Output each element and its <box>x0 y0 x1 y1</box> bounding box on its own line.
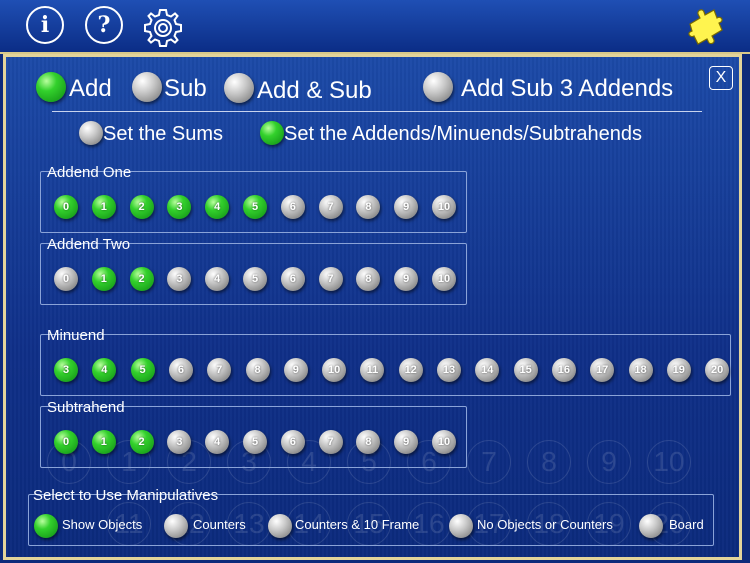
minuend-number-8[interactable]: 8 <box>245 358 270 382</box>
option-add-label[interactable]: Add <box>69 75 112 103</box>
addend-one-title: Addend One <box>47 164 132 181</box>
radio-no-objects[interactable] <box>449 514 473 538</box>
addend-two-number-7[interactable]: 7 <box>318 267 343 291</box>
subtrahend-number-10[interactable]: 10 <box>432 430 456 454</box>
manipulatives-title: Select to Use Manipulatives <box>33 487 219 504</box>
minuend-number-17[interactable]: 17 <box>590 358 615 382</box>
option-add-sub-3-addends-label[interactable]: Add Sub 3 Addends <box>461 75 673 103</box>
minuend-number-3[interactable]: 3 <box>54 358 78 382</box>
option-add-sub-label[interactable]: Add & Sub <box>257 77 372 105</box>
addend-one-number-7[interactable]: 7 <box>318 195 343 219</box>
radio-board[interactable] <box>639 514 663 538</box>
minuend-number-7[interactable]: 7 <box>207 358 232 382</box>
addend-two-number-1[interactable]: 1 <box>91 267 116 291</box>
addend-one-number-2[interactable]: 2 <box>129 195 154 219</box>
minuend-number-18[interactable]: 18 <box>628 358 653 382</box>
minuend-number-19[interactable]: 19 <box>666 358 691 382</box>
option-show-objects-label[interactable]: Show Objects <box>62 517 142 532</box>
radio-add[interactable] <box>36 72 66 102</box>
subtrahend-number-0[interactable]: 0 <box>54 430 78 454</box>
radio-sub[interactable] <box>132 72 162 102</box>
addend-two-number-4[interactable]: 4 <box>205 267 230 291</box>
help-icon: ? <box>97 12 111 38</box>
board-cell-7: 7 <box>467 440 511 484</box>
radio-set-addends[interactable] <box>260 121 284 145</box>
radio-counters-10-frame[interactable] <box>268 514 292 538</box>
minuend-title: Minuend <box>47 327 105 344</box>
subtrahend-number-5[interactable]: 5 <box>243 430 267 454</box>
subtrahend-number-7[interactable]: 7 <box>318 430 343 454</box>
addend-one-number-4[interactable]: 4 <box>205 195 230 219</box>
option-set-sums-label[interactable]: Set the Sums <box>103 123 223 146</box>
addend-two-number-2[interactable]: 2 <box>129 267 154 291</box>
addend-two-number-10[interactable]: 10 <box>432 267 456 291</box>
option-board-label[interactable]: Board <box>669 517 704 532</box>
subtrahend-number-2[interactable]: 2 <box>129 430 154 454</box>
option-counters-10-frame-label[interactable]: Counters & 10 Frame <box>295 517 419 532</box>
minuend-number-9[interactable]: 9 <box>283 358 308 382</box>
addend-one-number-10[interactable]: 10 <box>432 195 456 219</box>
addend-one-number-6[interactable]: 6 <box>280 195 305 219</box>
radio-counters[interactable] <box>164 514 188 538</box>
radio-add-sub-3-addends[interactable] <box>423 72 453 102</box>
subtrahend-number-9[interactable]: 9 <box>394 430 419 454</box>
subtrahend-title: Subtrahend <box>47 399 125 416</box>
top-toolbar: i ? <box>0 0 750 54</box>
close-icon: X <box>715 69 727 86</box>
option-counters-label[interactable]: Counters <box>193 517 246 532</box>
radio-set-sums[interactable] <box>79 121 103 145</box>
addend-one-number-5[interactable]: 5 <box>243 195 267 219</box>
minuend-number-20[interactable]: 20 <box>705 358 730 382</box>
addend-one-number-9[interactable]: 9 <box>394 195 419 219</box>
addend-two-number-0[interactable]: 0 <box>54 267 78 291</box>
board-cell-8: 8 <box>527 440 571 484</box>
minuend-number-6[interactable]: 6 <box>168 358 193 382</box>
minuend-number-13[interactable]: 13 <box>437 358 461 382</box>
option-set-addends-label[interactable]: Set the Addends/Minuends/Subtrahends <box>284 123 642 146</box>
board-cell-9: 9 <box>587 440 631 484</box>
minuend-number-15[interactable]: 15 <box>513 358 538 382</box>
close-button[interactable]: X <box>709 66 733 90</box>
addend-two-number-9[interactable]: 9 <box>394 267 419 291</box>
gear-icon[interactable] <box>141 6 185 50</box>
addend-one-number-0[interactable]: 0 <box>54 195 78 219</box>
minuend-number-5[interactable]: 5 <box>130 358 155 382</box>
addend-two-title: Addend Two <box>47 236 131 253</box>
option-no-objects-label[interactable]: No Objects or Counters <box>477 517 613 532</box>
subtrahend-number-1[interactable]: 1 <box>91 430 116 454</box>
board-cell-10: 10 <box>647 440 691 484</box>
addend-one-number-1[interactable]: 1 <box>91 195 116 219</box>
minuend-number-16[interactable]: 16 <box>551 358 576 382</box>
minuend-number-12[interactable]: 12 <box>398 358 423 382</box>
radio-add-sub[interactable] <box>224 73 254 103</box>
info-button[interactable]: i <box>26 6 64 44</box>
info-icon: i <box>40 12 50 38</box>
minuend-number-10[interactable]: 10 <box>322 358 347 382</box>
help-button[interactable]: ? <box>85 6 123 44</box>
divider <box>52 111 702 112</box>
option-sub-label[interactable]: Sub <box>164 75 207 103</box>
addend-two-number-5[interactable]: 5 <box>243 267 267 291</box>
subtrahend-number-6[interactable]: 6 <box>280 430 305 454</box>
addend-two-number-6[interactable]: 6 <box>280 267 305 291</box>
radio-show-objects[interactable] <box>34 514 58 538</box>
puzzle-piece-icon[interactable] <box>684 6 728 46</box>
subtrahend-number-4[interactable]: 4 <box>205 430 230 454</box>
